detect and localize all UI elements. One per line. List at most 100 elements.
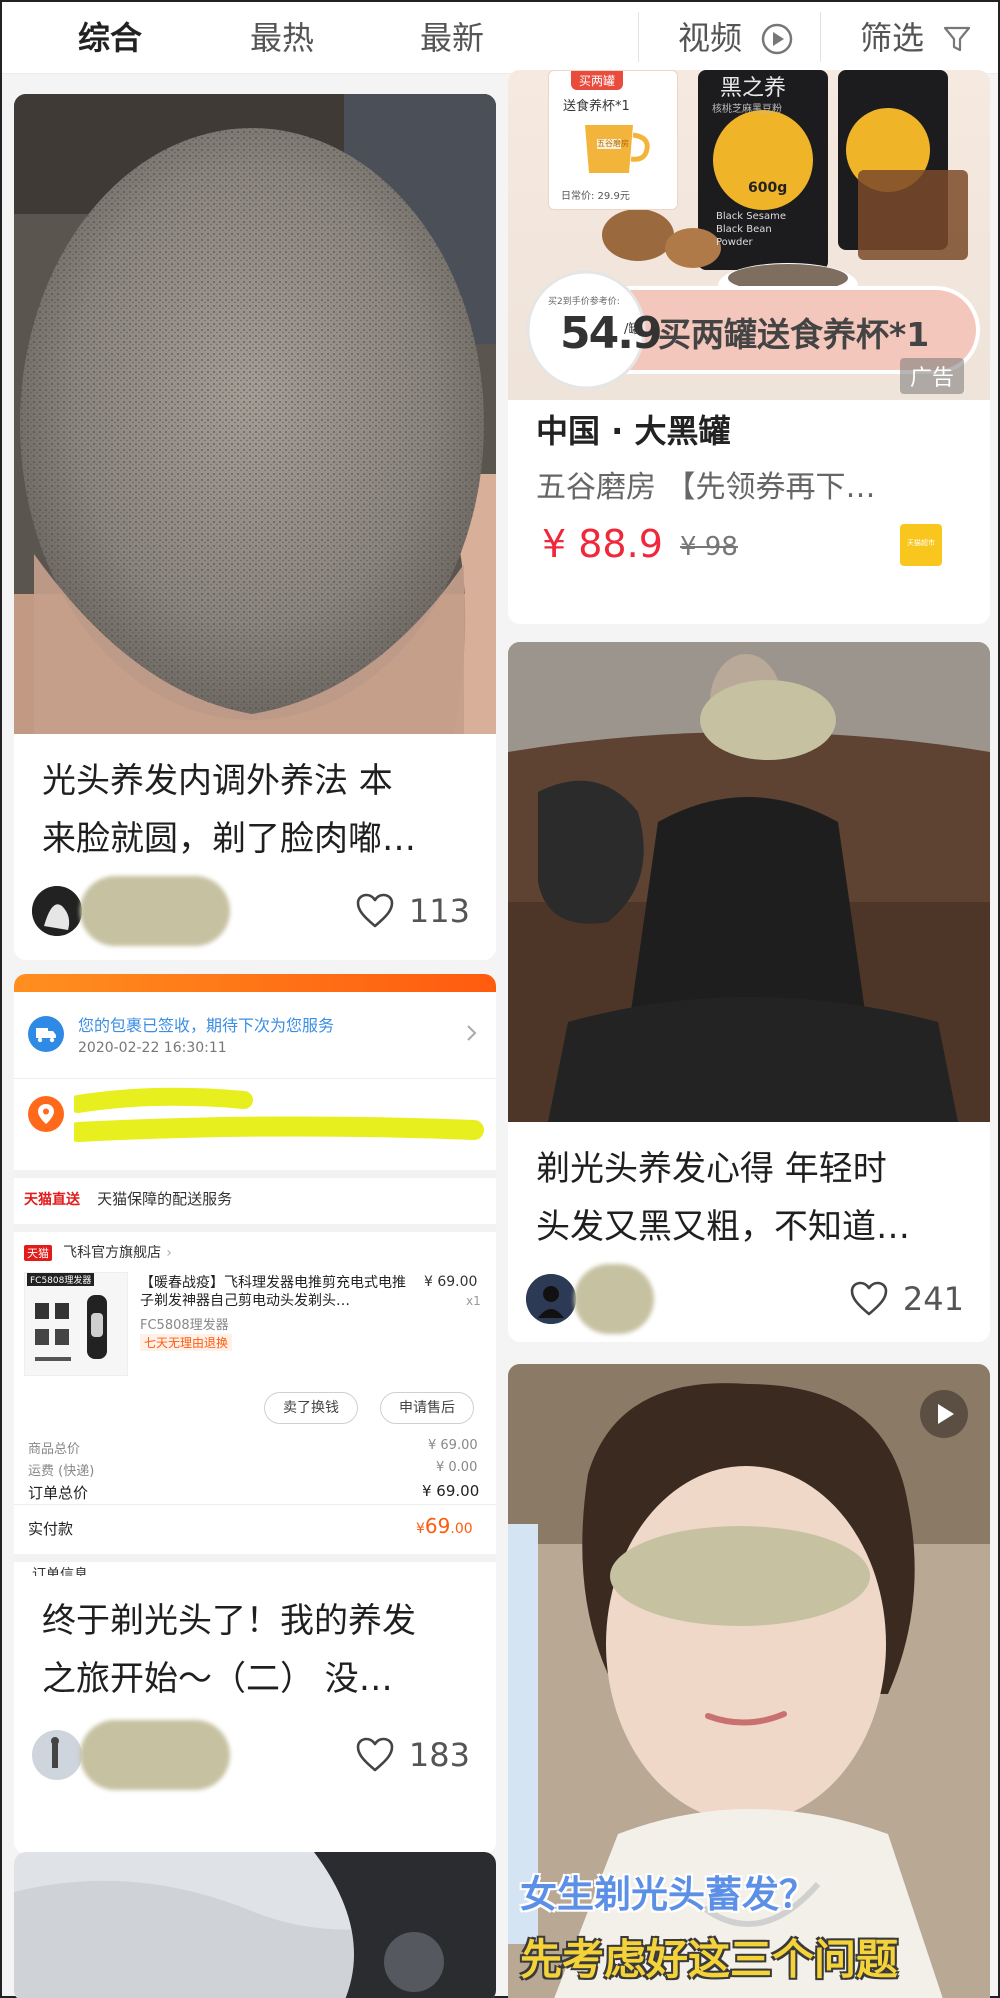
- product-price: ¥ 69.00: [424, 1274, 478, 1290]
- note-card[interactable]: 剃光头养发心得 年轻时 头发又黑又粗，不知道… 241: [508, 642, 990, 1342]
- order-header-bar: [14, 974, 496, 992]
- like-count[interactable]: 113: [356, 886, 470, 936]
- promo-gift: 送食养杯*1: [563, 99, 630, 114]
- author-row: 113: [32, 876, 470, 946]
- shipping-value: ¥ 0.00: [436, 1460, 478, 1475]
- ad-price: ¥ 88.9: [542, 522, 663, 566]
- goods-total-value: ¥ 69.00: [428, 1438, 478, 1453]
- note-card[interactable]: 光头养发内调外养法 本 来脸就圆，剃了脸肉嘟… 113: [14, 94, 496, 960]
- tab-newest[interactable]: 最新: [420, 12, 484, 64]
- shop-tmall-tag: 天猫: [24, 1245, 52, 1261]
- note-title-line: 终于剃光头了！我的养发: [42, 1601, 416, 1641]
- video-caption-line: 先考虑好这三个问题: [520, 1935, 899, 1984]
- delivery-time: 2020-02-22 16:30:11: [78, 1040, 227, 1056]
- ref-price-label: 买2到手价参考价:: [548, 297, 620, 307]
- paid-label: 实付款: [28, 1520, 74, 1538]
- shop-name[interactable]: 飞科官方旗舰店: [63, 1245, 161, 1261]
- filter-icon[interactable]: [942, 24, 972, 54]
- can-product-name: 黑之养: [720, 76, 787, 101]
- promo-tag: 买两罐: [571, 71, 624, 90]
- note-title-line: 之旅开始～（二） 没…: [42, 1659, 393, 1699]
- product-sku: FC5808理发器: [140, 1318, 229, 1333]
- avatar[interactable]: [32, 1730, 82, 1780]
- tmall-delivery-row: 天猫直送 天猫保障的配送服务: [24, 1188, 233, 1214]
- note-title-line: 来脸就圆，剃了脸肉嘟…: [42, 819, 416, 859]
- video-card[interactable]: 女生剃光头蓄发？ 先考虑好这三个问题: [508, 1364, 990, 1998]
- address-redacted: [74, 1087, 484, 1142]
- author-name-redacted: [574, 1264, 654, 1334]
- heart-icon[interactable]: [355, 892, 395, 930]
- ad-card[interactable]: 买两罐 送食养杯*1 五谷磨房 日常价: 29.9元 黑之养 核桃芝麻黑豆粉 B…: [508, 70, 990, 624]
- divider: [14, 1078, 496, 1079]
- note-card[interactable]: 您的包裹已签收，期待下次为您服务 2020-02-22 16:30:11 天猫直…: [14, 974, 496, 1854]
- note-card[interactable]: [14, 1852, 496, 1998]
- tmall-supermarket-logo[interactable]: 天猫超市: [900, 524, 942, 566]
- cover-image: 您的包裹已签收，期待下次为您服务 2020-02-22 16:30:11 天猫直…: [14, 974, 496, 1534]
- section-gap: [14, 1554, 496, 1562]
- paid-value: ¥69.00: [416, 1514, 473, 1538]
- daily-price: 日常价: 29.9元: [561, 191, 630, 202]
- shop-row[interactable]: 天猫 飞科官方旗舰店 ›: [24, 1242, 172, 1262]
- cover-image: [508, 642, 990, 1122]
- tab-divider: [820, 12, 821, 62]
- cup-image: [585, 125, 650, 173]
- order-total-label: 订单总价: [28, 1484, 89, 1502]
- product-qty: x1: [466, 1294, 481, 1308]
- chevron-right-icon[interactable]: [466, 1024, 478, 1042]
- chevron-right-icon: ›: [166, 1245, 172, 1261]
- avatar[interactable]: [32, 886, 82, 936]
- tab-divider: [638, 12, 639, 62]
- like-number: 241: [902, 1280, 964, 1318]
- goods-total-label: 商品总价: [28, 1442, 81, 1457]
- ad-subtitle[interactable]: 五谷磨房 【先领券再下…: [536, 462, 936, 506]
- like-number: 183: [408, 1736, 470, 1774]
- avatar[interactable]: [526, 1274, 576, 1324]
- ad-badge: 广告: [899, 358, 964, 394]
- author-name-redacted: [80, 876, 230, 946]
- delivery-truck-icon: [28, 1016, 64, 1052]
- ad-banner-text: 买两罐送食养杯*1: [658, 315, 930, 354]
- note-title[interactable]: 光头养发内调外养法 本 来脸就圆，剃了脸肉嘟…: [42, 752, 474, 868]
- promo-box: 买两罐 送食养杯*1 五谷磨房 日常价: 29.9元: [548, 70, 678, 210]
- product-title[interactable]: 【暖春战疫】飞科理发器电推剪充电式电推子剃发神器自己剪电动头发剃头…: [140, 1274, 412, 1310]
- can-product-desc: 核桃芝麻黑豆粉: [712, 104, 782, 115]
- heart-icon[interactable]: [849, 1280, 889, 1318]
- like-count[interactable]: 241: [850, 1274, 964, 1324]
- like-number: 113: [408, 892, 470, 930]
- thumb-label: FC5808理发器: [27, 1273, 95, 1286]
- note-title-line: 光头养发内调外养法 本: [42, 761, 393, 801]
- filter-button[interactable]: 筛选: [860, 12, 924, 64]
- product-thumbnail[interactable]: FC5808理发器: [24, 1272, 128, 1376]
- note-title-line: 剃光头养发心得 年轻时: [536, 1149, 887, 1189]
- cover-image: [14, 1852, 496, 1998]
- tab-video[interactable]: 视频: [678, 12, 742, 64]
- sell-button[interactable]: 卖了换钱: [264, 1392, 358, 1424]
- tmall-service: 天猫保障的配送服务: [97, 1190, 233, 1208]
- tab-hottest[interactable]: 最热: [250, 12, 314, 64]
- order-total-value: ¥ 69.00: [422, 1482, 480, 1500]
- can-weight: 600g: [748, 180, 788, 196]
- video-play-icon[interactable]: [920, 1390, 968, 1438]
- note-title-line: 头发又黑又粗，不知道…: [536, 1207, 910, 1247]
- author-row: 183: [32, 1720, 470, 1790]
- ad-original-price: ¥ 98: [680, 532, 738, 562]
- section-gap: [14, 1224, 496, 1232]
- order-info-header: 订单信息: [32, 1567, 88, 1576]
- ref-price: 54.9: [560, 308, 663, 359]
- top-tab-bar: 综合 最热 最新 视频 筛选: [2, 2, 998, 74]
- after-sale-button[interactable]: 申请售后: [380, 1392, 474, 1424]
- product-promise: 七天无理由退换: [140, 1334, 233, 1351]
- note-title[interactable]: 剃光头养发心得 年轻时 头发又黑又粗，不知道…: [536, 1140, 968, 1256]
- note-title[interactable]: 终于剃光头了！我的养发 之旅开始～（二） 没…: [42, 1592, 474, 1708]
- divider: [14, 1504, 496, 1505]
- cup-brand: 五谷磨房: [597, 139, 629, 148]
- heart-icon[interactable]: [355, 1736, 395, 1774]
- can-english: Black Sesame Black Bean Powder: [716, 211, 786, 248]
- delivery-status[interactable]: 您的包裹已签收，期待下次为您服务: [78, 1012, 334, 1036]
- ad-title[interactable]: 中国 · 大黑罐: [536, 406, 730, 452]
- author-row: 241: [526, 1264, 964, 1334]
- tab-comprehensive[interactable]: 综合: [78, 12, 142, 64]
- play-circle-icon[interactable]: [760, 22, 794, 56]
- author-name-redacted: [80, 1720, 230, 1790]
- like-count[interactable]: 183: [356, 1730, 470, 1780]
